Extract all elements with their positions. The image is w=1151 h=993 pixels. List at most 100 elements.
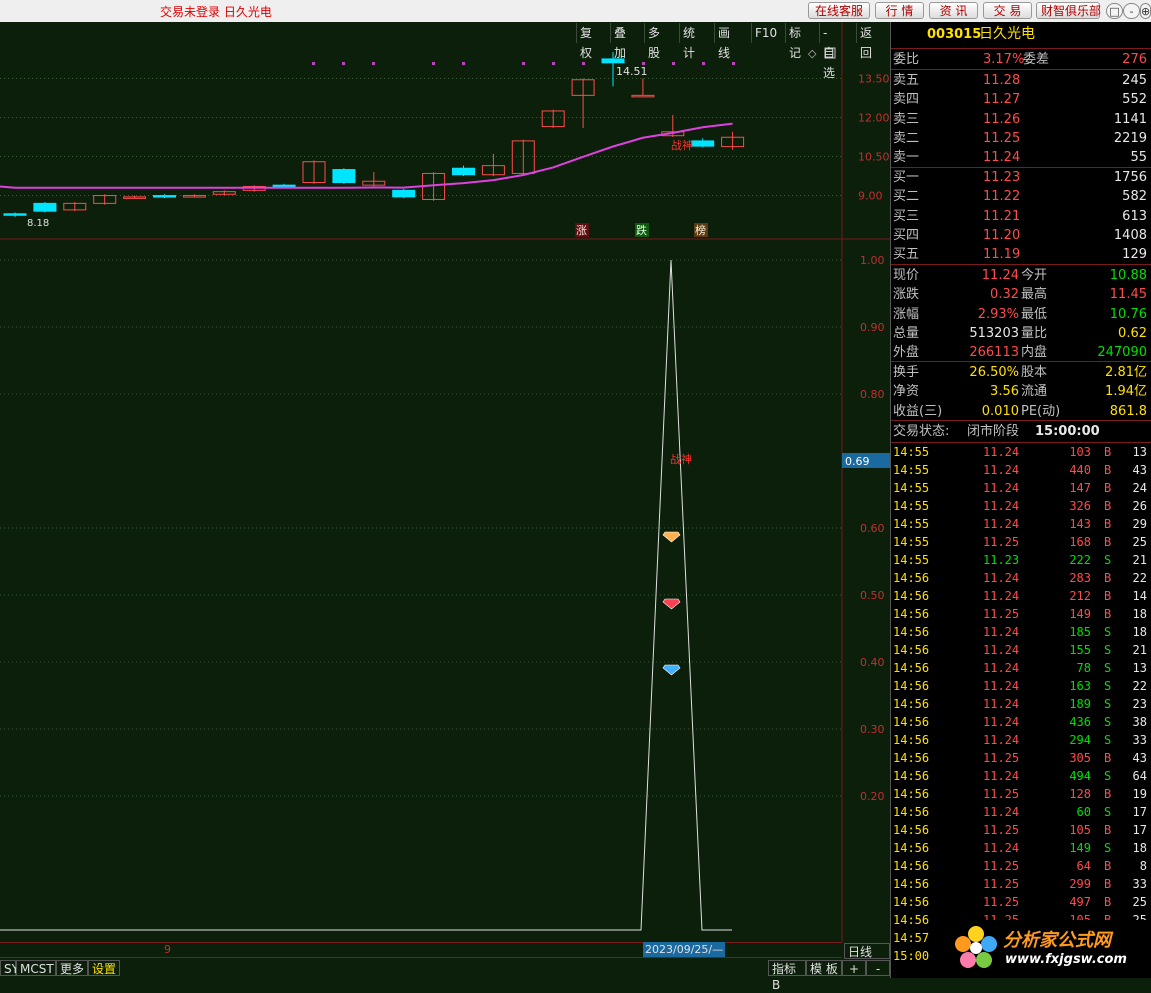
zoom-in-button[interactable]: + <box>842 960 866 976</box>
quote-row: 外盘 266113 内盘 247090 <box>893 345 1147 361</box>
candle-body[interactable] <box>452 167 475 176</box>
window-title: 交易未登录 日久光电 <box>160 5 272 19</box>
bid-price: 11.22 <box>983 189 1021 205</box>
tab-sy[interactable]: SY <box>0 960 19 976</box>
bid-price: 11.21 <box>983 208 1021 224</box>
signal-dot <box>312 62 315 65</box>
tick-volume: 149 <box>1069 841 1091 855</box>
ask-level-row[interactable]: 卖五 11.28 245 <box>893 71 1149 90</box>
tool-overlay[interactable]: 叠加 <box>610 23 630 60</box>
ask-volume: 552 <box>1122 92 1147 108</box>
tick-time: 14:57 <box>893 931 930 945</box>
weibi-row: 委比 3.17% 委差 276 <box>893 52 1147 67</box>
status-row: 交易状态: 闭市阶段 15:00:00 <box>893 424 1100 439</box>
candle-body[interactable] <box>332 169 356 184</box>
tool-stats[interactable]: 统计 <box>679 23 699 60</box>
tab-indicator-b[interactable]: 指标B <box>768 960 806 992</box>
zoom-out-button[interactable]: - <box>866 960 890 976</box>
tick-price: 11.24 <box>983 805 1020 819</box>
candle-body[interactable] <box>631 94 655 98</box>
tick-row: 14:56 11.24 155 S 21 <box>893 641 1149 659</box>
bid-level-row[interactable]: 买四 11.20 1408 <box>893 226 1149 245</box>
tab-template[interactable]: 模 板 <box>806 960 842 976</box>
tick-side: B <box>1104 823 1112 837</box>
ask-price: 11.24 <box>983 150 1021 166</box>
tick-count: 22 <box>1132 571 1147 585</box>
indicator-tick-label: 0.60 <box>860 522 885 535</box>
tick-volume: 147 <box>1069 481 1091 495</box>
indicator-tag-label: 战神 <box>670 452 692 466</box>
tab-mcst[interactable]: MCST <box>16 960 56 976</box>
tick-time: 14:56 <box>893 697 930 711</box>
quote-row: 现价 11.24 今开 10.88 <box>893 268 1147 283</box>
tool-mark[interactable]: 标记 <box>785 23 805 60</box>
ask-level-row[interactable]: 卖三 11.26 1141 <box>893 110 1149 129</box>
fund-row: 收益(三) 0.010 PE(动) 861.8 <box>893 403 1147 419</box>
tick-price: 11.25 <box>983 607 1020 621</box>
tick-side: B <box>1104 787 1112 801</box>
ask-level-row[interactable]: 卖二 11.25 2219 <box>893 129 1149 148</box>
ask-volume: 55 <box>1130 150 1147 166</box>
tick-time: 14:56 <box>893 733 930 747</box>
bid-price: 11.23 <box>983 170 1021 185</box>
stock-name: 日久光电 <box>979 26 1035 42</box>
ask-level-row[interactable]: 卖四 11.27 552 <box>893 90 1149 109</box>
tool-watchlist[interactable]: -自选 <box>819 23 838 80</box>
tick-price: 11.24 <box>983 841 1020 855</box>
marker-rank: 榜 <box>695 223 706 237</box>
tick-row: 14:56 11.24 294 S 33 <box>893 731 1149 749</box>
tick-count: 8 <box>1139 859 1147 873</box>
tick-price: 11.24 <box>983 517 1020 531</box>
diamond-icon[interactable]: ◇ <box>808 47 817 60</box>
news-button[interactable]: 资 讯 <box>929 2 978 19</box>
tick-count: 13 <box>1132 445 1147 459</box>
bid-level-row[interactable]: 买一 11.23 1756 <box>893 168 1149 187</box>
tick-time: 14:56 <box>893 877 930 891</box>
tick-price: 11.24 <box>983 715 1020 729</box>
tick-row: 14:56 11.24 163 S 22 <box>893 677 1149 695</box>
tick-volume: 326 <box>1069 499 1091 513</box>
period-button[interactable]: 日线 <box>844 943 890 959</box>
indicator-current-value: 0.69 <box>845 455 870 468</box>
kline-tag-label: 战神 <box>671 138 693 152</box>
club-button[interactable]: 财智俱乐部 <box>1036 2 1101 19</box>
tool-fuquan[interactable]: 复权 <box>576 23 596 60</box>
bid-price: 11.20 <box>983 227 1021 243</box>
tick-side: B <box>1104 463 1112 477</box>
tick-side: B <box>1104 445 1112 459</box>
trade-button[interactable]: 交 易 <box>983 2 1032 19</box>
tick-row: 14:56 11.24 189 S 23 <box>893 695 1149 713</box>
bid-volume: 613 <box>1122 208 1147 224</box>
fund-row: 净资 3.56 流通 1.94亿 <box>893 384 1147 400</box>
candle-body[interactable] <box>392 189 416 198</box>
candle-body[interactable] <box>3 213 27 216</box>
bid-level-row[interactable]: 买五 11.19 129 <box>893 245 1149 264</box>
tick-time: 14:56 <box>893 805 930 819</box>
tool-multi[interactable]: 多股 <box>644 23 664 60</box>
tick-time: 14:56 <box>893 625 930 639</box>
market-button[interactable]: 行 情 <box>875 2 924 19</box>
tick-volume: 440 <box>1069 463 1091 477</box>
online-service-button[interactable]: 在线客服 <box>808 2 870 19</box>
tool-draw[interactable]: 画线 <box>714 23 734 60</box>
tick-price: 11.24 <box>983 625 1020 639</box>
restore-icon[interactable]: □ <box>1106 3 1123 19</box>
tick-volume: 60 <box>1076 805 1091 819</box>
ask-level-row[interactable]: 卖一 11.24 55 <box>893 148 1149 167</box>
tab-settings[interactable]: 设置 <box>88 960 120 976</box>
tool-f10[interactable]: F10 <box>751 23 781 43</box>
indicator-tick-label: 0.80 <box>860 388 885 401</box>
tick-price: 11.25 <box>983 823 1020 837</box>
bid-level-row[interactable]: 买三 11.21 613 <box>893 207 1149 226</box>
bid-level-row[interactable]: 买二 11.22 582 <box>893 187 1149 206</box>
minimize-icon[interactable]: - <box>1123 3 1140 19</box>
tool-back[interactable]: 返回 <box>856 23 876 60</box>
maximize-icon[interactable]: ⊕ <box>1140 3 1151 19</box>
candle-body[interactable] <box>153 195 176 198</box>
tick-row: 14:56 11.25 299 B 33 <box>893 875 1149 893</box>
tab-more[interactable]: 更多 <box>56 960 88 976</box>
candle-body[interactable] <box>691 140 715 147</box>
candle-body[interactable] <box>33 202 57 212</box>
ask-volume: 245 <box>1122 73 1147 88</box>
candle-body[interactable] <box>272 184 296 188</box>
